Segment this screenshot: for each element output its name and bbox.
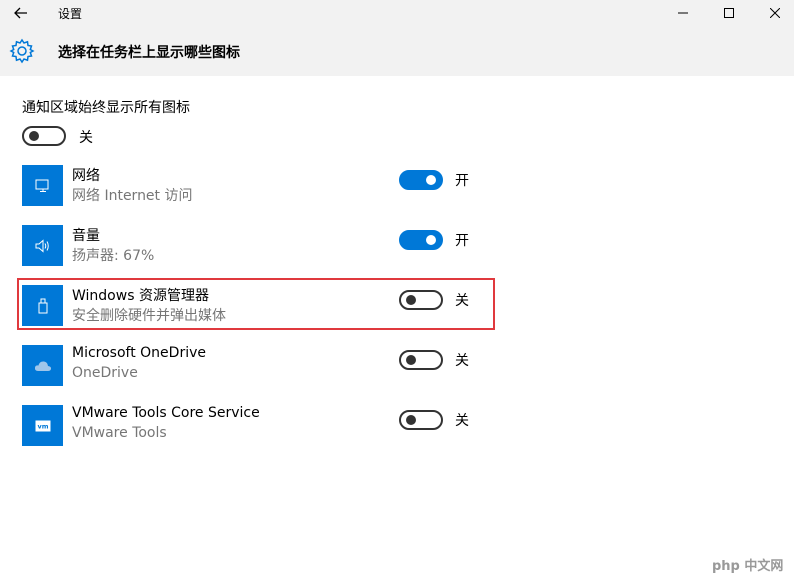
usb-drive-icon <box>22 285 63 326</box>
always-show-label: 通知区域始终显示所有图标 <box>22 100 190 116</box>
network-toggle[interactable] <box>399 170 443 190</box>
cloud-icon <box>22 345 63 386</box>
toggle-knob <box>406 415 416 425</box>
maximize-icon <box>724 8 734 18</box>
watermark-logo: php 中文网 <box>712 559 784 574</box>
title-bar: 设置 <box>0 0 794 26</box>
close-icon <box>770 8 780 18</box>
item-state: 开 <box>455 173 469 189</box>
toggle-knob <box>426 175 436 185</box>
item-name: 音量 <box>72 228 100 244</box>
vmware-icon: vm <box>22 405 63 446</box>
close-button[interactable] <box>752 0 794 26</box>
toggle-knob <box>426 235 436 245</box>
network-icon <box>22 165 63 206</box>
back-arrow-icon <box>14 7 27 19</box>
app-title: 设置 <box>58 7 83 21</box>
item-name: VMware Tools Core Service <box>72 405 260 421</box>
gear-icon <box>9 38 35 64</box>
toggle-knob <box>406 295 416 305</box>
minimize-icon <box>678 12 688 14</box>
toggle-knob <box>29 131 39 141</box>
item-state: 关 <box>455 413 469 429</box>
item-state: 关 <box>455 353 469 369</box>
page-header: 选择在任务栏上显示哪些图标 <box>0 26 794 76</box>
speaker-icon <box>22 225 63 266</box>
minimize-button[interactable] <box>660 0 706 26</box>
volume-toggle[interactable] <box>399 230 443 250</box>
svg-text:vm: vm <box>37 422 48 430</box>
maximize-button[interactable] <box>706 0 752 26</box>
list-item-windows-explorer: Windows 资源管理器 安全删除硬件并弹出媒体 关 <box>22 285 482 327</box>
item-description: 安全删除硬件并弹出媒体 <box>72 308 226 324</box>
item-description: VMware Tools <box>72 425 167 441</box>
item-description: 扬声器: 67% <box>72 248 155 264</box>
list-item-vmware: vm VMware Tools Core Service VMware Tool… <box>22 405 482 447</box>
page-title: 选择在任务栏上显示哪些图标 <box>58 45 240 61</box>
onedrive-toggle[interactable] <box>399 350 443 370</box>
item-description: OneDrive <box>72 365 138 381</box>
item-name: Windows 资源管理器 <box>72 288 209 304</box>
windows-explorer-toggle[interactable] <box>399 290 443 310</box>
list-item-volume: 音量 扬声器: 67% 开 <box>22 225 482 267</box>
item-name: 网络 <box>72 168 100 184</box>
toggle-knob <box>406 355 416 365</box>
back-button[interactable] <box>8 2 34 24</box>
item-state: 开 <box>455 233 469 249</box>
list-item-network: 网络 网络 Internet 访问 开 <box>22 165 482 207</box>
item-state: 关 <box>455 293 469 309</box>
list-item-onedrive: Microsoft OneDrive OneDrive 关 <box>22 345 482 387</box>
item-description: 网络 Internet 访问 <box>72 188 193 204</box>
item-name: Microsoft OneDrive <box>72 345 206 361</box>
vmware-toggle[interactable] <box>399 410 443 430</box>
always-show-state: 关 <box>79 130 93 146</box>
always-show-toggle[interactable] <box>22 126 66 146</box>
